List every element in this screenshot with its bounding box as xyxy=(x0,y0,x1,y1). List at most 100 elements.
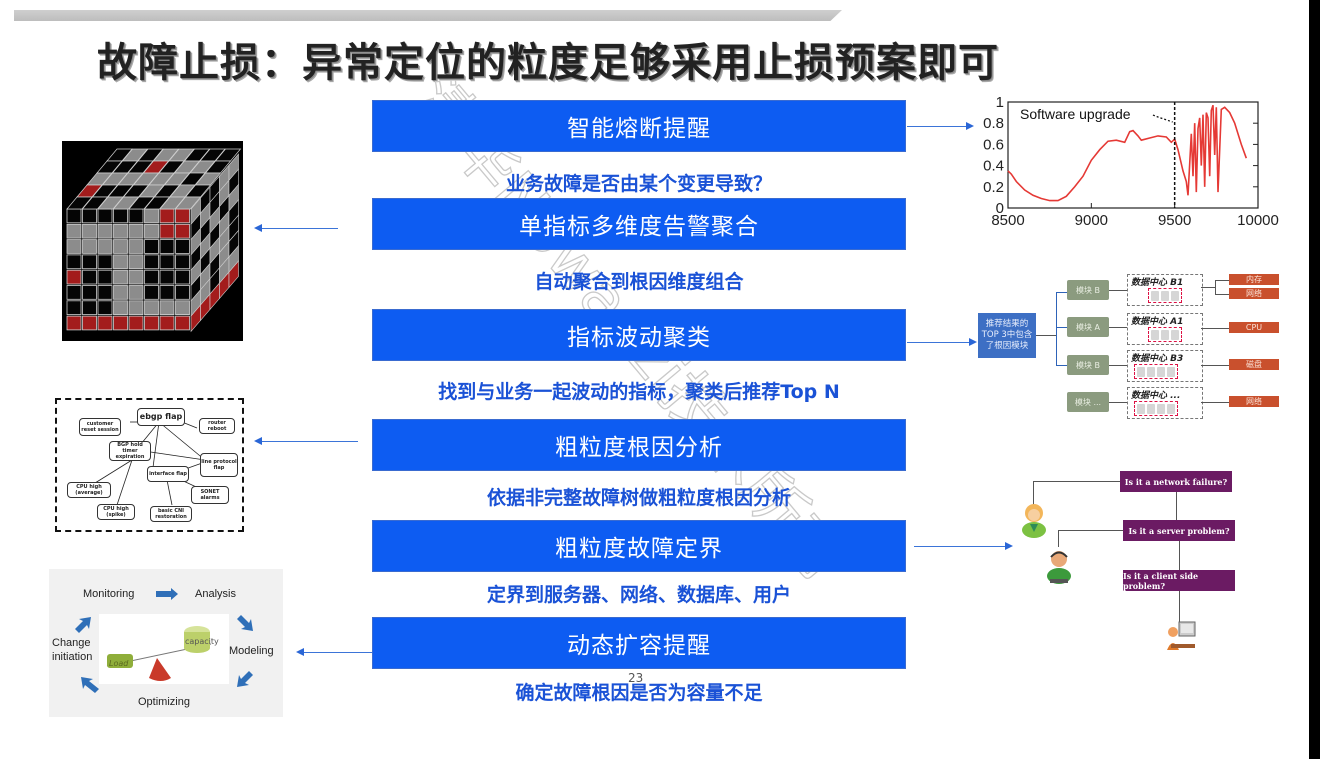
result-box: 磁盘 xyxy=(1229,359,1279,370)
server-engineer-icon xyxy=(1047,551,1071,584)
cube-cell xyxy=(66,285,82,300)
cube-cell xyxy=(82,269,97,285)
server-icon xyxy=(1151,329,1159,340)
connector-line xyxy=(1179,541,1180,570)
datacenter-box: 数据中心 B3 xyxy=(1127,350,1203,382)
step-box-fault-demarcation: 粗粒度故障定界 xyxy=(372,520,906,572)
server-group xyxy=(1148,327,1182,342)
cube-cell xyxy=(159,239,175,254)
fault-node: SONET alarms xyxy=(191,486,229,504)
cube-cell xyxy=(175,285,190,300)
client-user-icon xyxy=(1167,621,1196,650)
x-tick-label: 9000 xyxy=(1075,212,1108,229)
cube-cell xyxy=(144,239,159,254)
arrow-left-icon xyxy=(254,224,262,232)
result-box: CPU xyxy=(1229,322,1279,333)
arrow-down-right-icon xyxy=(237,615,253,631)
step-label: 粗粒度根因分析 xyxy=(555,435,723,461)
server-icon xyxy=(1157,403,1165,414)
cube-cell xyxy=(66,300,82,316)
arrow-left-icon xyxy=(296,648,304,656)
server-icon xyxy=(1161,290,1169,301)
connector-line xyxy=(262,228,338,229)
y-tick-label: 0.2 xyxy=(983,179,1004,196)
arrow-up-left-icon xyxy=(81,677,99,693)
arrow-left-icon xyxy=(254,437,262,445)
server-group xyxy=(1134,364,1178,379)
fault-tree-diagram: ebgp flap customer reset session router … xyxy=(55,398,244,532)
module-box: 模块 ... xyxy=(1067,392,1109,412)
cube-cell xyxy=(82,315,97,331)
datacenter-label: 数据中心 B1 xyxy=(1131,278,1184,288)
step-label: 指标波动聚类 xyxy=(567,325,711,351)
step-box-smart-circuit-breaker: 智能熔断提醒 xyxy=(372,100,906,152)
step-box-alert-aggregation: 单指标多维度告警聚合 xyxy=(372,198,906,250)
fault-node: basic CNI restoration xyxy=(150,506,192,522)
cube-cell xyxy=(144,223,159,239)
step-caption: 定界到服务器、网络、数据库、用户 xyxy=(486,584,791,606)
fault-node: ebgp flap xyxy=(137,408,185,426)
result-box: 网络 xyxy=(1229,288,1279,299)
step-label: 动态扩容提醒 xyxy=(567,633,711,659)
y-tick-label: 0.6 xyxy=(983,136,1004,153)
cube-cell xyxy=(97,269,113,285)
step-caption: 自动聚合到根因维度组合 xyxy=(534,271,744,293)
bracket-line xyxy=(1056,292,1057,365)
result-box: 网络 xyxy=(1229,396,1279,407)
connector-line xyxy=(1215,280,1229,281)
y-tick-label: 1 xyxy=(996,94,1004,111)
x-tick-label: 9500 xyxy=(1158,212,1191,229)
server-icon xyxy=(1147,403,1155,414)
server-icon xyxy=(1157,366,1165,377)
fault-node: CPU high (average) xyxy=(67,482,111,498)
slide-title: 故障止损：异常定位的粒度足够采用止损预案即可 xyxy=(97,40,999,86)
connector-line xyxy=(1058,530,1059,547)
step-caption: 找到与业务一起波动的指标，聚类后推荐Top N xyxy=(438,381,840,403)
cube-cell xyxy=(144,254,159,270)
cube-cell xyxy=(97,254,113,270)
x-tick-label: 8500 xyxy=(991,212,1024,229)
cube-cell xyxy=(66,208,82,224)
cube-cell xyxy=(128,315,144,331)
connector-line xyxy=(1215,280,1216,294)
cube-cell xyxy=(66,269,82,285)
cube-cell xyxy=(128,208,144,224)
fault-demarcation-flow: Is it a network failure? Is it a server … xyxy=(1010,470,1260,660)
datacenter-label: 数据中心 B3 xyxy=(1131,354,1184,364)
cube-cell xyxy=(66,254,82,270)
question-box: Is it a client side problem? xyxy=(1123,570,1235,591)
connector-line xyxy=(1109,290,1127,291)
multi-dimension-cube-image xyxy=(62,141,243,341)
network-engineer-icon xyxy=(1022,504,1046,538)
cube-cell xyxy=(66,315,82,331)
connector-line xyxy=(1201,365,1229,366)
page-number: 23 xyxy=(628,671,644,685)
connector-line xyxy=(1033,481,1120,482)
question-box: Is it a server problem? xyxy=(1123,520,1235,541)
connector-line xyxy=(1036,335,1056,336)
cube-cell xyxy=(113,223,128,239)
cube-cell xyxy=(128,285,144,300)
cube-cell xyxy=(175,223,190,239)
cube-cell xyxy=(159,285,175,300)
server-icon xyxy=(1137,403,1145,414)
server-group xyxy=(1134,401,1178,416)
cube-cell xyxy=(97,300,113,316)
cube-cell xyxy=(128,223,144,239)
module-box: 模块 B xyxy=(1067,280,1109,300)
cube-cell xyxy=(159,223,175,239)
cube-cell xyxy=(97,208,113,224)
connector-line xyxy=(1109,365,1127,366)
software-upgrade-chart: 00.20.40.60.818500 9000 9500 10000 Software… xyxy=(983,94,1279,229)
module-box: 模块 A xyxy=(1067,317,1109,337)
cube-cell xyxy=(113,254,128,270)
fault-node: BGP hold timer expiration xyxy=(109,441,151,461)
cube-cell xyxy=(144,285,159,300)
cube-cell xyxy=(175,208,190,224)
server-icon xyxy=(1171,329,1179,340)
chart-annotation: Software upgrade xyxy=(1020,106,1131,122)
cube-cell xyxy=(82,285,97,300)
question-box: Is it a network failure? xyxy=(1120,471,1232,492)
cube-cell xyxy=(113,239,128,254)
cube-cell xyxy=(144,208,159,224)
